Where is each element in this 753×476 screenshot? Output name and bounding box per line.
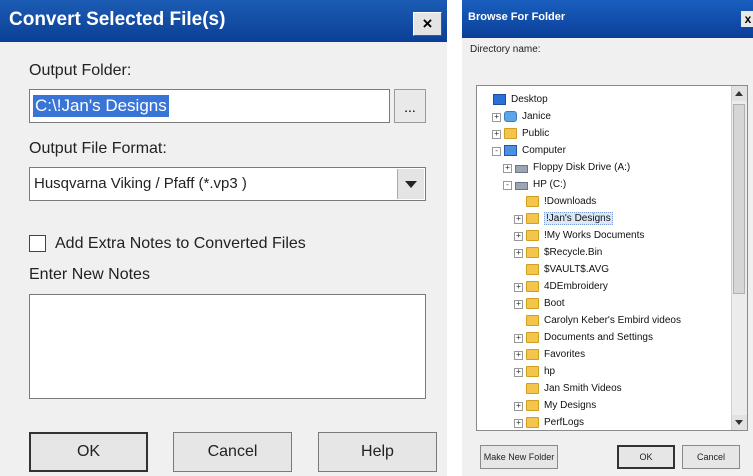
tree-item-label: !Jan's Designs bbox=[544, 212, 613, 225]
close-icon[interactable]: × bbox=[413, 12, 442, 36]
expand-icon[interactable]: + bbox=[514, 334, 523, 343]
user-folder-icon bbox=[504, 111, 517, 122]
folder-icon bbox=[526, 264, 539, 275]
folder-icon bbox=[526, 247, 539, 258]
tree-item-label: Favorites bbox=[544, 349, 586, 360]
folder-icon bbox=[526, 281, 539, 292]
tree-item-label: PerfLogs bbox=[544, 417, 585, 428]
enter-notes-label: Enter New Notes bbox=[29, 266, 150, 283]
expand-icon[interactable]: + bbox=[514, 368, 523, 377]
help-button[interactable]: Help bbox=[318, 432, 437, 472]
output-format-value: Husqvarna Viking / Pfaff (*.vp3 ) bbox=[34, 175, 247, 192]
output-folder-label: Output Folder: bbox=[29, 62, 132, 79]
folder-icon bbox=[526, 298, 539, 309]
desktop-icon bbox=[493, 94, 506, 105]
convert-files-dialog: Convert Selected File(s) × Output Folder… bbox=[0, 0, 447, 476]
collapse-icon[interactable]: - bbox=[503, 181, 512, 190]
folder-icon bbox=[526, 349, 539, 360]
computer-icon bbox=[504, 145, 517, 156]
folder-icon bbox=[526, 196, 539, 207]
output-format-select[interactable]: Husqvarna Viking / Pfaff (*.vp3 ) bbox=[29, 167, 426, 201]
expand-icon[interactable]: + bbox=[514, 215, 523, 224]
tree-item-label: Jan Smith Videos bbox=[544, 383, 622, 394]
notes-textarea[interactable] bbox=[29, 294, 426, 399]
collapse-icon[interactable]: - bbox=[492, 147, 501, 156]
folder-tree[interactable]: Desktop + Janice + Public - Computer + Floppy Di… bbox=[476, 85, 748, 431]
convert-dialog-title-bar[interactable]: Convert Selected File(s) × bbox=[0, 0, 447, 42]
expand-icon[interactable]: + bbox=[514, 232, 523, 241]
expand-icon[interactable]: + bbox=[514, 283, 523, 292]
folder-icon bbox=[526, 230, 539, 241]
tree-scrollbar[interactable] bbox=[731, 86, 747, 430]
floppy-drive-icon bbox=[515, 165, 528, 173]
ok-button[interactable]: OK bbox=[29, 432, 148, 472]
browse-folder-button[interactable]: ... bbox=[394, 89, 426, 123]
tree-item-label: My Designs bbox=[544, 400, 597, 411]
expand-icon[interactable]: + bbox=[492, 113, 501, 122]
expand-icon[interactable]: + bbox=[503, 164, 512, 173]
browse-ok-button[interactable]: OK bbox=[617, 445, 675, 469]
folder-icon bbox=[526, 383, 539, 394]
expand-icon[interactable]: + bbox=[492, 130, 501, 139]
tree-item-label: Documents and Settings bbox=[544, 332, 653, 343]
make-new-folder-button[interactable]: Make New Folder bbox=[480, 445, 558, 469]
folder-icon bbox=[526, 213, 539, 224]
tree-item-label: $Recycle.Bin bbox=[544, 247, 603, 258]
tree-item-label: $VAULT$.AVG bbox=[544, 264, 610, 275]
tree-item-label: !Downloads bbox=[544, 196, 597, 207]
tree-item-label: !My Works Documents bbox=[544, 230, 645, 241]
directory-name-label: Directory name: bbox=[470, 44, 541, 55]
tree-item-label: HP (C:) bbox=[533, 179, 567, 190]
expand-icon[interactable]: + bbox=[514, 351, 523, 360]
shortcut-folder-icon bbox=[526, 332, 539, 343]
folder-icon bbox=[526, 417, 539, 428]
tree-item-label: Janice bbox=[522, 111, 551, 122]
expand-icon[interactable]: + bbox=[514, 419, 523, 428]
output-folder-value: C:\!Jan's Designs bbox=[33, 95, 169, 117]
browse-cancel-button[interactable]: Cancel bbox=[682, 445, 740, 469]
chevron-down-icon[interactable] bbox=[397, 169, 424, 199]
folder-icon bbox=[504, 128, 517, 139]
folder-icon bbox=[526, 315, 539, 326]
tree-item-label: Computer bbox=[522, 145, 566, 156]
hard-drive-icon bbox=[515, 182, 528, 190]
tree-item-label: Boot bbox=[544, 298, 565, 309]
expand-icon[interactable]: + bbox=[514, 300, 523, 309]
browse-dialog-title: Browse For Folder bbox=[468, 11, 566, 23]
folder-icon bbox=[526, 400, 539, 411]
tree-item-label: hp bbox=[544, 366, 556, 377]
scroll-up-icon[interactable] bbox=[732, 86, 747, 101]
tree-item-label: Desktop bbox=[511, 94, 548, 105]
browse-dialog-title-bar[interactable]: Browse For Folder x bbox=[462, 0, 753, 38]
output-format-label: Output File Format: bbox=[29, 140, 167, 157]
extra-notes-checkbox[interactable] bbox=[29, 235, 46, 252]
expand-icon[interactable]: + bbox=[514, 402, 523, 411]
convert-dialog-title: Convert Selected File(s) bbox=[9, 9, 226, 30]
tree-item-label: Floppy Disk Drive (A:) bbox=[533, 162, 631, 173]
tree-item-label: Carolyn Keber's Embird videos bbox=[544, 315, 681, 326]
scrollbar-thumb[interactable] bbox=[733, 104, 745, 294]
extra-notes-checkbox-label[interactable]: Add Extra Notes to Converted Files bbox=[55, 235, 306, 253]
expand-icon[interactable]: + bbox=[514, 249, 523, 258]
browse-folder-dialog: Browse For Folder x Directory name: Desk… bbox=[462, 0, 753, 476]
close-icon[interactable]: x bbox=[741, 11, 753, 27]
cancel-button[interactable]: Cancel bbox=[173, 432, 292, 472]
scroll-down-icon[interactable] bbox=[732, 415, 747, 430]
output-folder-input[interactable]: C:\!Jan's Designs bbox=[29, 89, 390, 123]
tree-item-label: Public bbox=[522, 128, 550, 139]
tree-item-label: 4DEmbroidery bbox=[544, 281, 608, 292]
folder-icon bbox=[526, 366, 539, 377]
